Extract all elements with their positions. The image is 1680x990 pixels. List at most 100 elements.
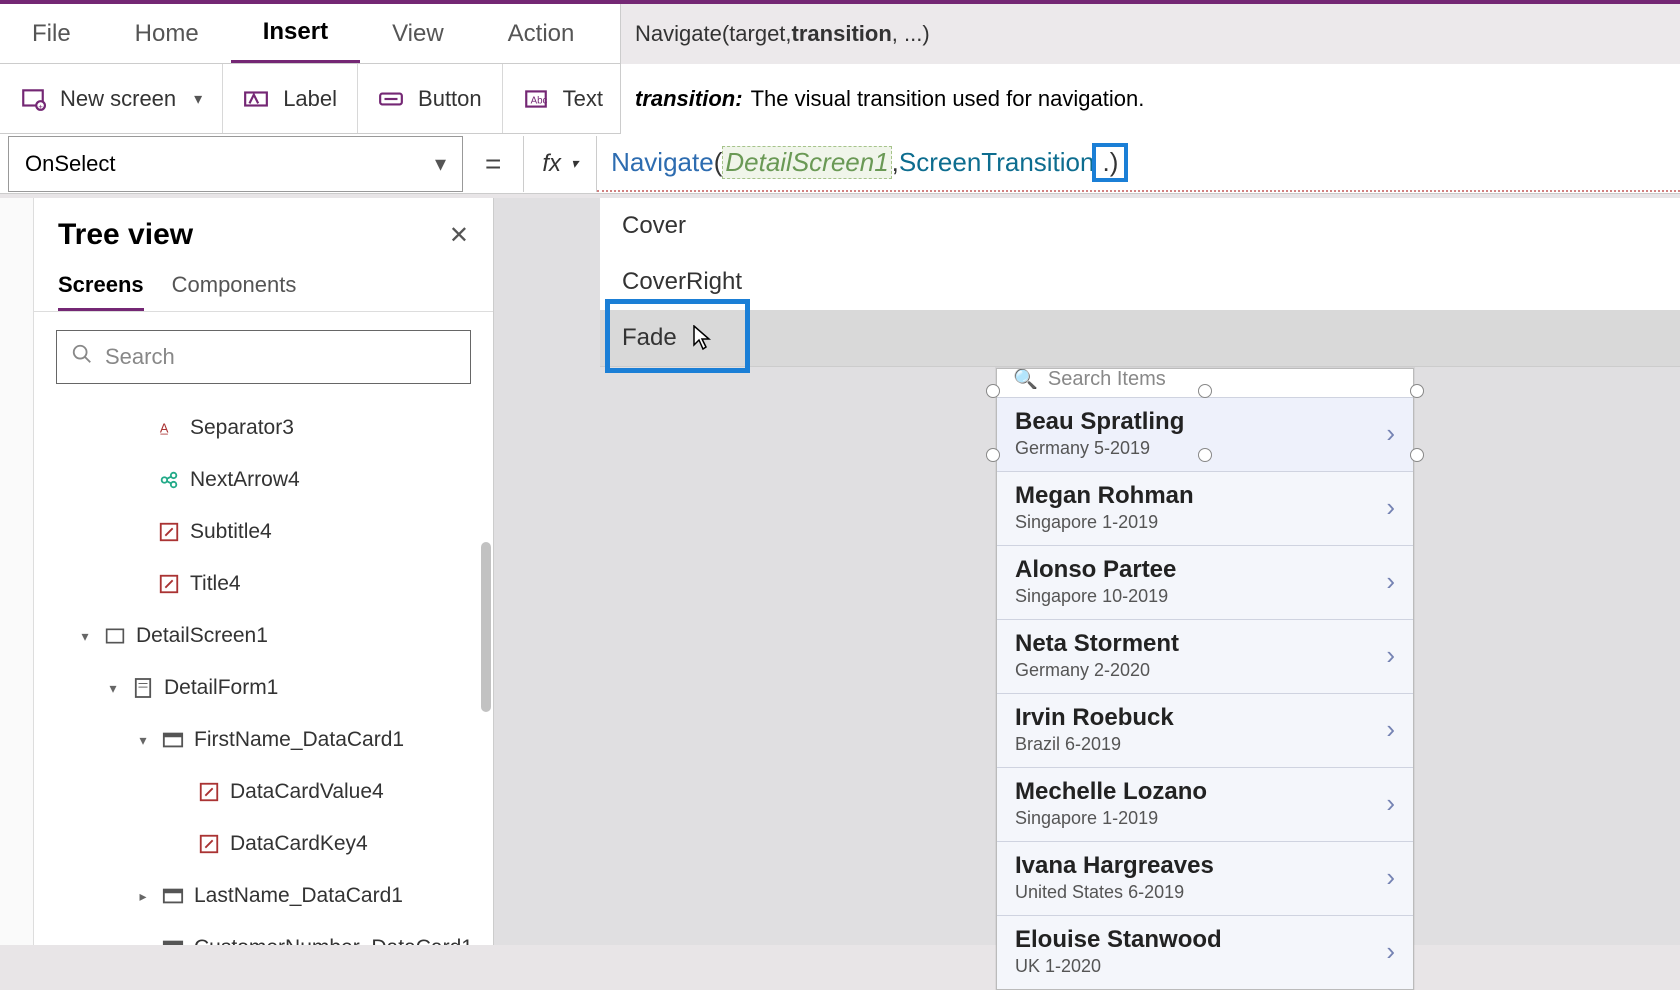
- button-icon: [378, 86, 404, 112]
- chevron-right-icon[interactable]: ›: [1386, 492, 1395, 523]
- node-label: NextArrow4: [190, 468, 300, 492]
- tree-node[interactable]: ▸ CustomerNumber_DataCard1: [40, 922, 483, 945]
- search-icon: [71, 343, 93, 371]
- node-icon: [198, 833, 220, 855]
- tree-node[interactable]: DataCardValue4: [40, 766, 483, 818]
- help-arg-desc: The visual transition used for navigatio…: [751, 86, 1145, 112]
- svg-text:A̲: A̲: [160, 421, 169, 436]
- tree-node[interactable]: Title4: [40, 558, 483, 610]
- gallery-item-name: Alonso Partee: [1015, 556, 1386, 584]
- left-rail[interactable]: [0, 198, 34, 945]
- help-arg-name: transition:: [635, 86, 743, 112]
- twisty-icon[interactable]: ▸: [134, 888, 152, 905]
- chevron-right-icon[interactable]: ›: [1386, 566, 1395, 597]
- tree-view-panel: Tree view ✕ Screens Components Search A̲…: [34, 198, 494, 945]
- menu-insert[interactable]: Insert: [231, 4, 360, 63]
- node-label: LastName_DataCard1: [194, 884, 403, 908]
- gallery-item-sub: Brazil 6-2019: [1015, 734, 1386, 755]
- twisty-icon[interactable]: ▸: [134, 940, 152, 946]
- tab-screens[interactable]: Screens: [58, 272, 144, 311]
- button-button[interactable]: Button: [358, 64, 503, 133]
- tree-node[interactable]: ▾FirstName_DataCard1: [40, 714, 483, 766]
- formula-input[interactable]: Navigate ( DetailScreen1 , ScreenTransit…: [597, 136, 1680, 192]
- chevron-right-icon[interactable]: ›: [1386, 862, 1395, 893]
- chevron-right-icon[interactable]: ›: [1386, 788, 1395, 819]
- node-label: Title4: [190, 572, 241, 596]
- menu-action[interactable]: Action: [476, 4, 607, 63]
- gallery-item-sub: United States 6-2019: [1015, 882, 1386, 903]
- label-icon: [243, 86, 269, 112]
- node-label: Separator3: [190, 416, 294, 440]
- new-screen-label: New screen: [60, 86, 176, 112]
- gallery-item-sub: Singapore 1-2019: [1015, 512, 1386, 533]
- tree-node[interactable]: DataCardKey4: [40, 818, 483, 870]
- tree-node[interactable]: A̲ Separator3: [40, 402, 483, 454]
- fx-button[interactable]: fx ▾: [523, 136, 597, 192]
- node-icon: [158, 469, 180, 491]
- tok-fn: Navigate: [611, 147, 714, 178]
- selection-handles[interactable]: [990, 372, 1420, 444]
- tree-scrollbar[interactable]: [481, 542, 491, 712]
- label-button[interactable]: Label: [223, 64, 358, 133]
- chevron-down-icon: ▾: [194, 89, 202, 109]
- tree-node[interactable]: Subtitle4: [40, 506, 483, 558]
- node-icon: [162, 937, 184, 945]
- gallery-item[interactable]: Elouise StanwoodUK 1-2020›: [997, 915, 1413, 989]
- twisty-icon[interactable]: ▾: [104, 680, 122, 697]
- node-icon: [158, 573, 180, 595]
- tree-node[interactable]: ▾ DetailScreen1: [40, 610, 483, 662]
- node-icon: [198, 781, 220, 803]
- chevron-down-icon: ▾: [435, 151, 446, 177]
- menu-home[interactable]: Home: [103, 4, 231, 63]
- search-placeholder: Search: [105, 344, 175, 370]
- svg-text:Abc: Abc: [530, 95, 547, 106]
- label-label: Label: [283, 86, 337, 112]
- close-icon[interactable]: ✕: [449, 221, 469, 250]
- sig-current-arg: transition: [792, 21, 892, 47]
- formula-arg-help: transition: The visual transition used f…: [620, 64, 1680, 134]
- tree-node[interactable]: NextArrow4: [40, 454, 483, 506]
- intellisense-item[interactable]: Cover: [600, 198, 1680, 254]
- gallery-item-name: Elouise Stanwood: [1015, 926, 1386, 954]
- node-icon: [132, 677, 154, 699]
- sig-suffix: , ...): [892, 21, 930, 47]
- gallery-item[interactable]: Mechelle LozanoSingapore 1-2019›: [997, 767, 1413, 841]
- intellisense-item[interactable]: CoverRight: [600, 254, 1680, 310]
- gallery-item[interactable]: Ivana HargreavesUnited States 6-2019›: [997, 841, 1413, 915]
- gallery-item[interactable]: Irvin RoebuckBrazil 6-2019›: [997, 693, 1413, 767]
- node-label: DetailScreen1: [136, 624, 268, 648]
- gallery-item-sub: Germany 2-2020: [1015, 660, 1386, 681]
- node-icon: [162, 885, 184, 907]
- node-icon: [104, 625, 126, 647]
- gallery-item[interactable]: Alonso ParteeSingapore 10-2019›: [997, 545, 1413, 619]
- tok-open: (: [714, 147, 723, 178]
- formula-signature: Navigate(target, transition , ...): [620, 4, 1680, 64]
- search-input[interactable]: Search: [56, 330, 471, 384]
- tree-node[interactable]: ▾DetailForm1: [40, 662, 483, 714]
- menu-view[interactable]: View: [360, 4, 476, 63]
- twisty-icon[interactable]: ▾: [134, 732, 152, 749]
- formula-bar: OnSelect ▾ = fx ▾ Navigate ( DetailScree…: [0, 134, 1680, 194]
- gallery-item-name: Ivana Hargreaves: [1015, 852, 1386, 880]
- intellisense-item[interactable]: Fade: [600, 310, 1680, 366]
- twisty-icon[interactable]: ▾: [76, 628, 94, 645]
- property-name: OnSelect: [25, 151, 116, 177]
- node-label: CustomerNumber_DataCard1: [194, 936, 473, 945]
- gallery-item[interactable]: Neta StormentGermany 2-2020›: [997, 619, 1413, 693]
- text-icon: Abc: [523, 86, 549, 112]
- node-icon: [158, 521, 180, 543]
- menu-file[interactable]: File: [0, 4, 103, 63]
- new-screen-button[interactable]: + New screen ▾: [0, 64, 223, 133]
- chevron-right-icon[interactable]: ›: [1386, 936, 1395, 967]
- gallery-item-sub: Singapore 10-2019: [1015, 586, 1386, 607]
- property-selector[interactable]: OnSelect ▾: [8, 136, 463, 192]
- tab-components[interactable]: Components: [172, 272, 297, 311]
- tree-node[interactable]: ▸ LastName_DataCard1: [40, 870, 483, 922]
- intellisense-dropdown: CoverCoverRightFade: [600, 198, 1680, 367]
- svg-text:+: +: [38, 101, 43, 110]
- text-label: Text: [563, 86, 603, 112]
- mouse-cursor: [693, 325, 713, 357]
- gallery-item[interactable]: Megan RohmanSingapore 1-2019›: [997, 471, 1413, 545]
- chevron-right-icon[interactable]: ›: [1386, 640, 1395, 671]
- chevron-right-icon[interactable]: ›: [1386, 714, 1395, 745]
